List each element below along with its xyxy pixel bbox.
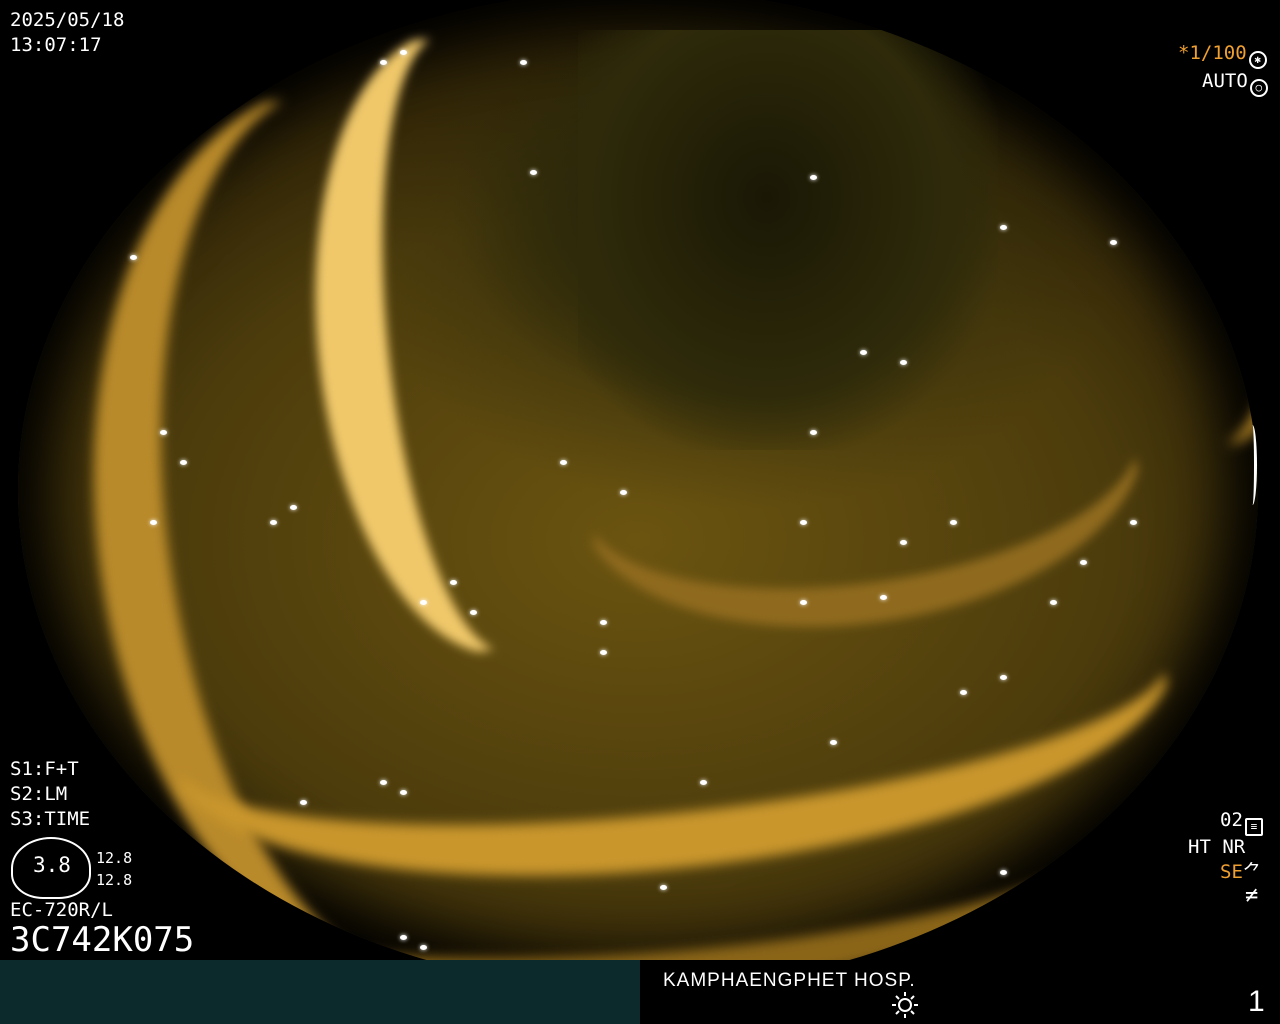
specular-highlight [660,885,667,890]
specular-highlight [1080,560,1087,565]
s2-setting: S2:LM [10,783,68,805]
specular-highlight [810,175,817,180]
specular-highlight [810,430,817,435]
specular-highlight [800,520,807,525]
settings-icon: ≡ [1244,818,1263,836]
specular-highlight [950,520,957,525]
specular-highlight [380,60,387,65]
specular-highlight [400,50,407,55]
specular-highlight [160,430,167,435]
specular-highlight [530,170,537,175]
specular-highlight [620,490,627,495]
specular-highlight [1000,675,1007,680]
specular-highlight [900,540,907,545]
specular-highlight [420,600,427,605]
specular-highlight [160,150,167,155]
ht-nr-label: HT NR [1188,836,1246,858]
filter-icon: ⺈ [1242,861,1262,883]
specular-highlight [600,620,607,625]
gauge-value: 3.8 [33,853,71,877]
specular-highlight [520,60,527,65]
specular-highlight [880,595,887,600]
mode-02-label: 02 [1220,809,1243,831]
gauge-top-value: 12.8 [96,849,133,867]
specular-highlight [1050,600,1057,605]
not-equal-icon: ≠ [1245,883,1259,908]
specular-highlight [300,800,307,805]
specular-highlight [700,780,707,785]
specular-highlight [600,650,607,655]
s3-setting: S3:TIME [10,808,91,830]
specular-highlight [1130,520,1137,525]
specular-highlight [420,945,427,950]
exposure-label: AUTO [1202,70,1248,92]
shutter-readout: *1/100 ✱ [1178,41,1267,69]
specular-highlight [400,790,407,795]
specular-highlight [1110,240,1117,245]
s1-setting: S1:F+T [10,758,79,780]
specular-highlight [380,780,387,785]
edge-marker [1248,425,1257,505]
brightness-icon [892,992,918,1018]
time-label: 13:07:17 [10,34,102,56]
specular-highlight [290,505,297,510]
endoscopy-view [18,0,1258,990]
specular-highlight [130,255,137,260]
scope-serial: 3C742K075 [10,920,195,960]
specular-highlight [860,350,867,355]
aperture-icon: ✱ [1248,51,1267,69]
specular-highlight [470,610,477,615]
scope-model: EC-720R/L [10,899,113,921]
specular-highlight [1000,225,1007,230]
specular-highlight [180,460,187,465]
specular-highlight [800,600,807,605]
specular-highlight [960,690,967,695]
specular-highlight [150,520,157,525]
specular-highlight [960,920,967,925]
specular-highlight [270,520,277,525]
specular-highlight [560,460,567,465]
specular-highlight [830,740,837,745]
hospital-name: KAMPHAENGPHET HOSP. [663,970,916,991]
patient-info-panel [0,960,640,1024]
se-mode: SE⺈ [1220,860,1262,884]
se-label: SE [1220,861,1243,883]
specular-highlight [450,580,457,585]
specular-highlight [1000,870,1007,875]
page-number: 1 [1248,985,1265,1018]
shutter-label: *1/100 [1178,42,1247,64]
mode-02: 02 ≡ [1220,808,1263,836]
camera-icon: ○ [1249,79,1268,97]
date-label: 2025/05/18 [10,9,125,31]
specular-highlight [400,935,407,940]
specular-highlight [900,360,907,365]
gauge-bottom-value: 12.8 [96,871,133,889]
exposure-readout: AUTO ○ [1202,69,1268,97]
